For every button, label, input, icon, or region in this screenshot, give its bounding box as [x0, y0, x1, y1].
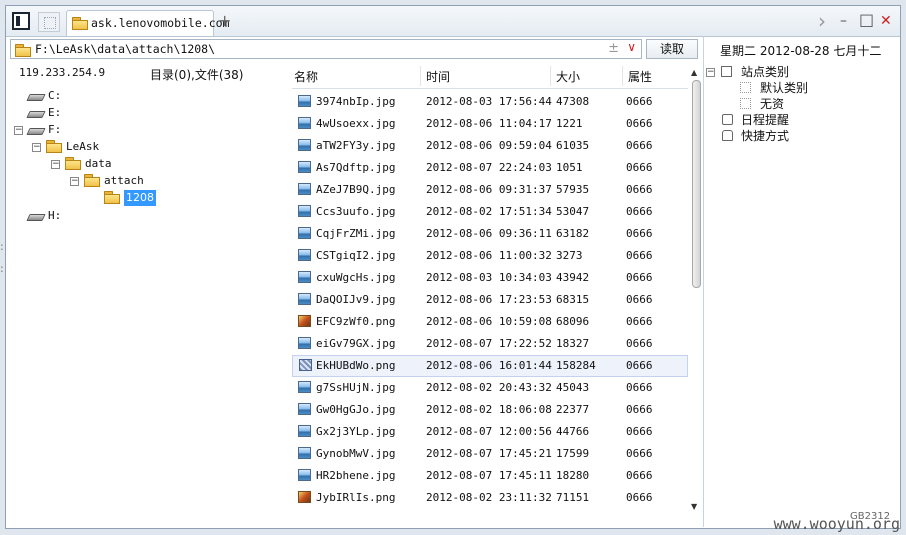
tree-node-1208[interactable]: 1208 — [104, 190, 184, 206]
table-row[interactable]: 3974nbIp.jpg 2012-08-03 17:56:44 47308 0666 — [292, 91, 688, 113]
watermark: www.wooyun.org — [773, 515, 900, 533]
folder-icon — [46, 140, 62, 153]
tree-node-attach[interactable]: − attach — [70, 173, 170, 189]
table-row[interactable]: Ccs3uufo.jpg 2012-08-02 17:51:34 53047 0666 — [292, 201, 688, 223]
folder-open-icon — [104, 191, 120, 204]
path-text: F:\LeAsk\data\attach\1208\ — [35, 42, 216, 56]
image-file-icon — [298, 95, 311, 107]
table-row[interactable]: As7Qdftp.jpg 2012-08-07 22:24:03 1051 0666 — [292, 157, 688, 179]
minimize-icon[interactable]: – — [840, 13, 847, 29]
table-row[interactable]: JybIRlIs.png 2012-08-02 23:11:32 71151 0666 — [292, 487, 688, 509]
tree-node-leask[interactable]: − LeAsk — [32, 139, 132, 155]
table-row[interactable]: HR2bhene.jpg 2012-08-07 17:45:11 18280 0666 — [292, 465, 688, 487]
date-display: 星期二 2012-08-28 七月十二 — [720, 44, 882, 58]
image-file-icon — [298, 337, 311, 349]
image-file-icon — [298, 139, 311, 151]
table-row[interactable]: aTW2FY3y.jpg 2012-08-06 09:59:04 61035 0666 — [292, 135, 688, 157]
calendar-icon — [722, 114, 733, 125]
image-file-icon — [298, 205, 311, 217]
hand-icon — [722, 130, 733, 141]
scroll-up-icon[interactable]: ▲ — [691, 68, 697, 77]
file-manager-window: ask.lenovomobile.com + › – □ ✕ F:\LeAsk\… — [5, 5, 901, 529]
table-row[interactable]: cxuWgcHs.jpg 2012-08-03 10:34:03 43942 0666 — [292, 267, 688, 289]
image-file-icon — [298, 227, 311, 239]
collapse-icon[interactable]: − — [706, 68, 715, 77]
collapse-icon[interactable]: − — [70, 177, 79, 186]
path-input[interactable]: F:\LeAsk\data\attach\1208\ ± ∨ — [10, 39, 642, 59]
image-file-icon — [298, 381, 311, 393]
png-file-icon — [298, 491, 311, 503]
table-row-hovered[interactable]: EkHUBdWo.png 2012-08-06 16:01:44 158284 066… — [292, 355, 688, 377]
read-button[interactable]: 读取 — [646, 39, 698, 59]
column-header-time[interactable]: 时间 — [426, 68, 450, 85]
image-file-icon — [298, 249, 311, 261]
toggle-panel-icon[interactable] — [12, 12, 30, 30]
address-bar: F:\LeAsk\data\attach\1208\ ± ∨ 读取 星期二 20… — [6, 37, 900, 61]
maximize-icon[interactable]: □ — [859, 10, 874, 29]
collapse-icon[interactable]: − — [51, 160, 60, 169]
drive-icon — [28, 212, 44, 220]
column-header-name[interactable]: 名称 — [294, 68, 318, 85]
category-icon — [740, 82, 751, 93]
chevron-down-icon[interactable]: ∨ — [627, 40, 636, 54]
scroll-down-icon[interactable]: ▼ — [691, 502, 697, 511]
close-icon[interactable]: ✕ — [880, 13, 892, 29]
title-bar: ask.lenovomobile.com + › – □ ✕ — [6, 6, 900, 37]
folder-icon — [15, 44, 31, 57]
tab-active[interactable]: ask.lenovomobile.com — [66, 10, 229, 36]
scroll-thumb[interactable] — [692, 80, 701, 288]
image-file-icon — [298, 469, 311, 481]
image-file-icon — [298, 293, 311, 305]
column-divider[interactable] — [550, 66, 551, 86]
collapse-icon[interactable]: − — [32, 143, 41, 152]
image-file-icon — [298, 271, 311, 283]
table-row[interactable]: Gx2j3YLp.jpg 2012-08-07 12:00:56 44766 0666 — [292, 421, 688, 443]
table-row[interactable]: eiGv79GX.jpg 2012-08-07 17:22:52 18327 0666 — [292, 333, 688, 355]
table-row[interactable]: 4wUsoexx.jpg 2012-08-06 11:04:17 1221 0666 — [292, 113, 688, 135]
forward-icon[interactable]: › — [818, 9, 826, 33]
table-row[interactable]: DaQOIJv9.jpg 2012-08-06 17:23:53 68315 0666 — [292, 289, 688, 311]
vertical-scrollbar[interactable]: ▲ ▼ — [690, 68, 702, 511]
tree-node-data[interactable]: − data — [51, 156, 151, 172]
image-file-icon — [298, 425, 311, 437]
dir-summary: 目录(0),文件(38) — [150, 68, 244, 82]
image-file-icon — [298, 403, 311, 415]
image-file-icon — [298, 183, 311, 195]
category-icon — [721, 66, 732, 77]
png-file-icon — [299, 359, 312, 371]
folder-icon — [65, 157, 81, 170]
column-divider[interactable] — [622, 66, 623, 86]
table-row[interactable]: g7SsHUjN.jpg 2012-08-02 20:43:32 45043 0666 — [292, 377, 688, 399]
file-list-header: 名称 时间 大小 属性 — [292, 64, 688, 89]
column-header-size[interactable]: 大小 — [556, 68, 580, 85]
background-text: : — [0, 240, 4, 253]
table-row[interactable]: Gw0HgGJo.jpg 2012-08-02 18:06:08 22377 0666 — [292, 399, 688, 421]
new-tab-button[interactable]: + — [218, 11, 231, 30]
table-row[interactable]: EFC9zWf0.png 2012-08-06 10:59:08 68096 0666 — [292, 311, 688, 333]
png-file-icon — [298, 315, 311, 327]
collapse-icon[interactable]: − — [14, 126, 23, 135]
panel-divider — [703, 37, 704, 527]
table-row[interactable]: CSTgiqI2.jpg 2012-08-06 11:00:32 3273 0666 — [292, 245, 688, 267]
folder-icon — [84, 174, 100, 187]
column-header-attr[interactable]: 属性 — [628, 68, 652, 85]
blank-tab[interactable] — [38, 12, 60, 32]
table-row[interactable]: CqjFrZMi.jpg 2012-08-06 09:36:11 63182 0666 — [292, 223, 688, 245]
drive-icon — [28, 126, 44, 134]
bookmark-icon[interactable]: ± — [608, 41, 619, 56]
tab-title: ask.lenovomobile.com — [91, 16, 230, 30]
column-divider[interactable] — [420, 66, 421, 86]
category-icon — [740, 98, 751, 109]
drive-icon — [28, 92, 44, 100]
table-row[interactable]: GynobMwV.jpg 2012-08-07 17:45:21 17599 0666 — [292, 443, 688, 465]
server-ip: 119.233.254.9 — [19, 66, 106, 79]
image-file-icon — [298, 161, 311, 173]
drive-icon — [28, 109, 44, 117]
table-row[interactable]: AZeJ7B9Q.jpg 2012-08-06 09:31:37 57935 0666 — [292, 179, 688, 201]
tree-node-f[interactable]: − F: — [14, 122, 94, 138]
background-text: : — [0, 262, 4, 275]
image-file-icon — [298, 447, 311, 459]
folder-icon — [72, 17, 88, 30]
image-file-icon — [298, 117, 311, 129]
